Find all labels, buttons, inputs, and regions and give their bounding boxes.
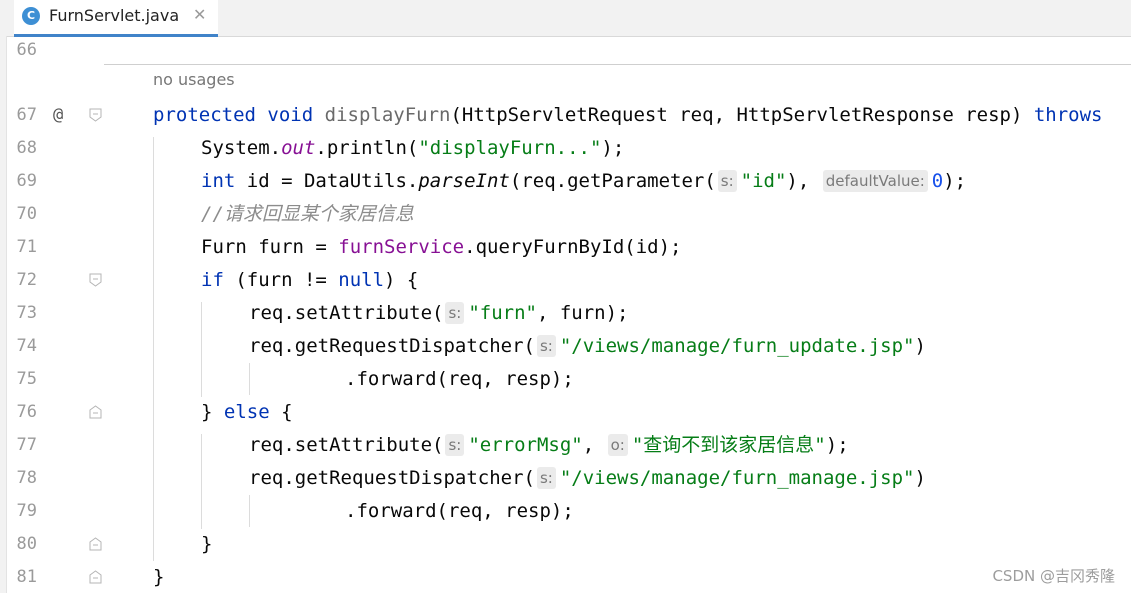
line-number: 70 <box>16 204 37 224</box>
code-line-67: 67 @ protected void displayFurn(HttpServ… <box>0 99 1131 132</box>
code-line-68: 68 System.out.println("displayFurn..."); <box>0 132 1131 165</box>
code-comment[interactable]: //请求回显某个家居信息 <box>201 198 414 231</box>
code-line-79: 79 .forward(req, resp); <box>0 495 1131 528</box>
tab-furnservlet-java[interactable]: C FurnServlet.java ✕ <box>14 0 218 37</box>
line-number: 74 <box>16 336 37 356</box>
tab-label: FurnServlet.java <box>49 6 180 25</box>
code-line-76: 76 } else { <box>0 396 1131 429</box>
code-text[interactable]: req.getRequestDispatcher(s: "/views/manag… <box>249 462 926 495</box>
fold-marker-icon[interactable] <box>89 273 102 287</box>
code-line-72: 72 if (furn != null) { <box>0 264 1131 297</box>
usages-inlay[interactable]: no usages <box>153 70 235 89</box>
line-number: 75 <box>16 369 37 389</box>
code-text[interactable]: req.getRequestDispatcher(s: "/views/manag… <box>249 330 926 363</box>
parameter-hint: s: <box>717 170 737 192</box>
override-gutter-icon[interactable]: @ <box>53 99 63 132</box>
code-line-71: 71 Furn furn = furnService.queryFurnById… <box>0 231 1131 264</box>
line-number: 66 <box>16 40 37 60</box>
line-number: 69 <box>16 171 37 191</box>
fold-marker-icon[interactable] <box>89 108 102 122</box>
line-number: 77 <box>16 435 37 455</box>
line-number: 80 <box>16 534 37 554</box>
code-text[interactable]: req.setAttribute(s: "errorMsg", o: "查询不到该家… <box>249 429 849 462</box>
csdn-watermark: CSDN @吉冈秀隆 <box>992 567 1115 585</box>
code-text[interactable]: } <box>201 528 212 561</box>
line-number: 79 <box>16 501 37 521</box>
fold-marker-icon[interactable] <box>89 405 102 419</box>
code-line-74: 74 req.getRequestDispatcher(s: "/views/ma… <box>0 330 1131 363</box>
code-line-70: 70 //请求回显某个家居信息 <box>0 198 1131 231</box>
code-line-73: 73 req.setAttribute(s: "furn", furn); <box>0 297 1131 330</box>
line-number: 78 <box>16 468 37 488</box>
code-line-69: 69 int id = DataUtils.parseInt(req.getPa… <box>0 165 1131 198</box>
parameter-hint: s: <box>536 335 556 357</box>
code-text[interactable]: System.out.println("displayFurn..."); <box>201 132 624 165</box>
code-text[interactable]: protected void displayFurn(HttpServletRe… <box>153 99 1103 132</box>
parameter-hint: s: <box>445 302 465 324</box>
code-text[interactable]: if (furn != null) { <box>201 264 418 297</box>
parameter-hint: defaultValue: <box>822 170 928 192</box>
code-text[interactable]: .forward(req, resp); <box>345 495 574 528</box>
parameter-hint: o: <box>607 434 628 456</box>
parameter-hint: s: <box>536 467 556 489</box>
java-class-icon: C <box>22 7 40 25</box>
code-text[interactable]: int id = DataUtils.parseInt(req.getParam… <box>201 165 966 198</box>
fold-marker-icon[interactable] <box>89 570 102 584</box>
code-text[interactable]: Furn furn = furnService.queryFurnById(id… <box>201 231 681 264</box>
line-number: 67 <box>16 105 37 125</box>
line-number: 72 <box>16 270 37 290</box>
code-text[interactable]: } else { <box>201 396 293 429</box>
code-line-66: 66 <box>0 34 1131 67</box>
code-line-77: 77 req.setAttribute(s: "errorMsg", o: "查询不… <box>0 429 1131 462</box>
line-number: 73 <box>16 303 37 323</box>
code-text[interactable]: .forward(req, resp); <box>345 363 574 396</box>
parameter-hint: s: <box>445 434 465 456</box>
code-line-81: 81 } <box>0 561 1131 594</box>
line-number: 71 <box>16 237 37 257</box>
code-line-78: 78 req.getRequestDispatcher(s: "/views/ma… <box>0 462 1131 495</box>
close-icon[interactable]: ✕ <box>193 5 206 24</box>
code-text[interactable]: } <box>153 561 164 594</box>
fold-marker-icon[interactable] <box>89 537 102 551</box>
line-number: 68 <box>16 138 37 158</box>
code-line-75: 75 .forward(req, resp); <box>0 363 1131 396</box>
line-number: 81 <box>16 567 37 587</box>
code-text[interactable]: req.setAttribute(s: "furn", furn); <box>249 297 629 330</box>
code-line-80: 80 } <box>0 528 1131 561</box>
line-number: 76 <box>16 402 37 422</box>
editor-tab-bar: C FurnServlet.java ✕ <box>0 0 1131 37</box>
